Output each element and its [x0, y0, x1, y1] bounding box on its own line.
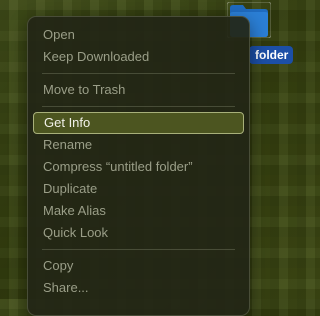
menu-item-rename[interactable]: Rename	[33, 134, 244, 156]
menu-item-open[interactable]: Open	[33, 24, 244, 46]
context-menu: Open Keep Downloaded Move to Trash Get I…	[27, 16, 250, 316]
menu-separator	[42, 106, 235, 107]
menu-item-copy[interactable]: Copy	[33, 255, 244, 277]
menu-separator	[42, 73, 235, 74]
menu-item-get-info[interactable]: Get Info	[33, 112, 244, 134]
menu-item-keep-downloaded[interactable]: Keep Downloaded	[33, 46, 244, 68]
folder-name-label[interactable]: folder	[249, 46, 294, 64]
menu-item-compress[interactable]: Compress “untitled folder”	[33, 156, 244, 178]
menu-item-quick-look[interactable]: Quick Look	[33, 222, 244, 244]
menu-item-move-to-trash[interactable]: Move to Trash	[33, 79, 244, 101]
menu-separator	[42, 249, 235, 250]
menu-item-share[interactable]: Share...	[33, 277, 244, 299]
menu-item-duplicate[interactable]: Duplicate	[33, 178, 244, 200]
menu-item-make-alias[interactable]: Make Alias	[33, 200, 244, 222]
